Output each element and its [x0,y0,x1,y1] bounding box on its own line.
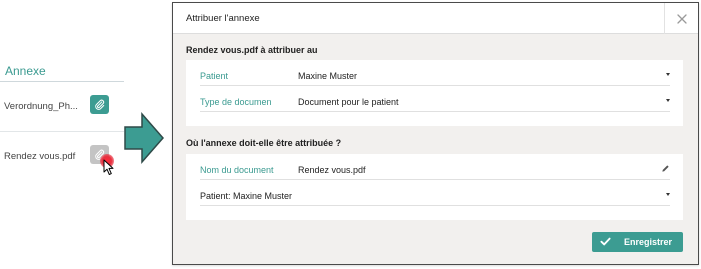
assign-target-select[interactable]: Patient: Maxine Muster [200,186,670,206]
cursor-icon [103,159,114,175]
patient-value: Maxine Muster [298,71,358,81]
assign-section-title: Rendez vous.pdf à attribuer au [186,45,318,55]
target-section-title: Où l'annexe doit-elle être attribuée ? [186,138,342,148]
attachment-row: Rendez vous.pdf [0,145,124,175]
caret-down-icon [666,99,670,102]
save-button[interactable]: Enregistrer [592,232,683,252]
dialog-title: Attribuer l'annexe [186,13,260,24]
document-type-value: Document pour le patient [298,97,399,107]
assign-target-value: Patient: Maxine Muster [200,191,293,201]
assign-to-card: Patient Maxine Muster Type de documen Do… [186,60,683,126]
dialog-header: Attribuer l'annexe [173,3,698,34]
row-divider [0,131,124,132]
patient-select[interactable]: Patient Maxine Muster [200,66,670,86]
arrow-right-icon [124,112,164,164]
document-name-value: Rendez vous.pdf [298,165,366,175]
attachment-row: Verordnung_Ph... [0,95,124,119]
target-card: Nom du document Rendez vous.pdf Patient:… [186,154,683,220]
close-icon [676,13,687,24]
attachments-column-header: Annexe [0,60,124,82]
patient-label: Patient [200,71,229,81]
save-label: Enregistrer [624,237,673,247]
document-type-select[interactable]: Type de documen Document pour le patient [200,92,670,112]
attach-button[interactable] [90,95,109,114]
document-type-label: Type de documen [200,97,272,107]
document-name-label: Nom du document [200,165,274,175]
document-name-field[interactable]: Nom du document Rendez vous.pdf [200,160,670,180]
annexe-column-label: Annexe [5,64,46,78]
attachment-name: Rendez vous.pdf [4,151,76,162]
assign-attachment-dialog: Attribuer l'annexe Rendez vous.pdf à att… [172,2,699,265]
caret-down-icon [666,193,670,196]
check-icon [600,237,611,246]
close-button[interactable] [664,3,698,34]
caret-down-icon [666,73,670,76]
paperclip-icon [95,99,105,110]
attachment-name: Verordnung_Ph... [4,101,78,112]
pencil-icon[interactable] [661,164,670,173]
